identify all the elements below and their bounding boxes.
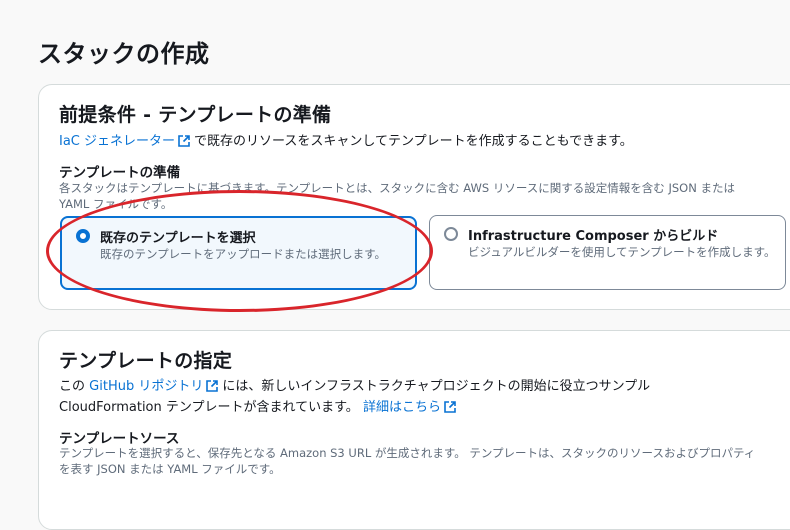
option-infrastructure-composer[interactable]: Infrastructure Composer からビルド ビジュアルビルダーを… xyxy=(429,215,786,290)
option-existing-template[interactable]: 既存のテンプレートを選択 既存のテンプレートをアップロードまたは選択します。 xyxy=(60,216,417,290)
template-source-label: テンプレートソース xyxy=(59,431,180,447)
cloudformation-line: CloudFormation テンプレートが含まれています。 詳細はこちら xyxy=(59,396,460,415)
prerequisite-title: 前提条件 - テンプレートの準備 xyxy=(59,104,332,126)
specify-template-title: テンプレートの指定 xyxy=(59,350,233,372)
radio-existing-template[interactable] xyxy=(76,229,90,243)
github-line-text: には、新しいインフラストラクチャプロジェクトの開始に役立つサンプル xyxy=(222,379,651,394)
iac-generator-line: IaC ジェネレーター で既存のリソースをスキャンしてテンプレートを作成することも… xyxy=(59,130,633,149)
iac-generator-text: で既存のリソースをスキャンしてテンプレートを作成することもできます。 xyxy=(194,134,633,149)
template-source-desc-2: を表す JSON または YAML ファイルです。 xyxy=(59,462,281,476)
external-link-icon xyxy=(178,135,190,147)
specify-template-panel: テンプレートの指定 この GitHub リポジトリ には、新しいインフラストラクチ… xyxy=(38,330,790,530)
option-infrastructure-composer-desc: ビジュアルビルダーを使用してテンプレートを作成します。 xyxy=(468,245,776,259)
iac-generator-link[interactable]: IaC ジェネレーター xyxy=(59,134,175,149)
github-line-prefix: この xyxy=(59,379,86,394)
cloudformation-text: CloudFormation テンプレートが含まれています。 xyxy=(59,400,359,415)
radio-infrastructure-composer[interactable] xyxy=(444,227,458,241)
learn-more-link[interactable]: 詳細はこちら xyxy=(363,400,441,415)
option-existing-template-title: 既存のテンプレートを選択 xyxy=(100,231,256,246)
prepare-template-label: テンプレートの準備 xyxy=(59,165,181,181)
github-repo-link[interactable]: GitHub リポジトリ xyxy=(89,379,203,394)
github-line: この GitHub リポジトリ には、新しいインフラストラクチャプロジェクトの開始… xyxy=(59,375,650,394)
external-link-icon xyxy=(444,401,456,413)
external-link-icon xyxy=(206,380,219,392)
prepare-template-desc-2: YAML ファイルです。 xyxy=(59,197,173,211)
prerequisite-panel: 前提条件 - テンプレートの準備 IaC ジェネレーター で既存のリソースをスキャ… xyxy=(38,84,790,310)
option-existing-template-desc: 既存のテンプレートをアップロードまたは選択します。 xyxy=(100,247,387,261)
option-infrastructure-composer-title: Infrastructure Composer からビルド xyxy=(468,229,719,244)
template-source-desc-1: テンプレートを選択すると、保存先となる Amazon S3 URL が生成されま… xyxy=(59,446,756,460)
prepare-template-desc-1: 各スタックはテンプレートに基づきます。テンプレートとは、スタックに含む AWS … xyxy=(59,181,735,195)
page-title: スタックの作成 xyxy=(38,40,210,68)
